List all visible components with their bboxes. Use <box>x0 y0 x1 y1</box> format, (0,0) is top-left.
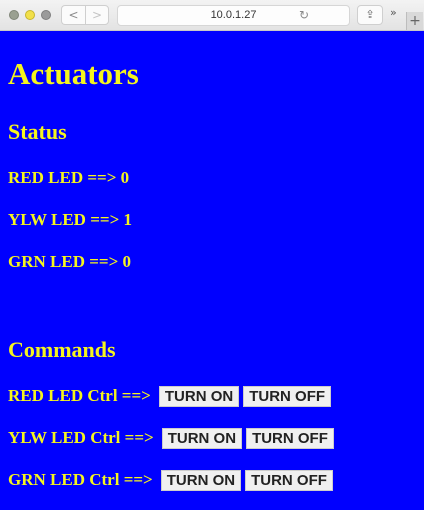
yellow-turn-off-button[interactable]: TURN OFF <box>246 427 334 449</box>
minimize-window-icon[interactable] <box>25 10 35 20</box>
back-button[interactable]: < <box>61 5 85 25</box>
browser-toolbar: < > 10.0.1.27 ↻ ⇪ » + <box>0 0 424 31</box>
command-row-green: GRN LED Ctrl ==> TURN ON TURN OFF <box>8 469 333 491</box>
commands-heading: Commands <box>8 337 116 362</box>
red-turn-off-button[interactable]: TURN OFF <box>243 385 332 407</box>
red-turn-on-button[interactable]: TURN ON <box>158 385 240 407</box>
address-bar[interactable]: 10.0.1.27 ↻ <box>117 5 350 26</box>
green-turn-on-button[interactable]: TURN ON <box>160 469 242 491</box>
new-tab-button[interactable]: + <box>406 12 423 30</box>
url-text: 10.0.1.27 <box>210 9 257 21</box>
reload-icon[interactable]: ↻ <box>299 8 309 22</box>
status-heading: Status <box>8 119 67 144</box>
close-window-icon[interactable] <box>9 10 19 20</box>
page-title: Actuators <box>8 56 139 91</box>
chevron-right-icon: > <box>91 8 103 22</box>
browser-window: < > 10.0.1.27 ↻ ⇪ » + Actuators Status R… <box>0 0 424 510</box>
yellow-turn-on-button[interactable]: TURN ON <box>161 427 243 449</box>
green-turn-off-button[interactable]: TURN OFF <box>245 469 333 491</box>
forward-button[interactable]: > <box>85 5 109 25</box>
share-button[interactable]: ⇪ <box>357 5 383 25</box>
status-red-led: RED LED ==> 0 <box>8 168 130 187</box>
command-row-red: RED LED Ctrl ==> TURN ON TURN OFF <box>8 385 332 407</box>
page-content: Actuators Status RED LED ==> 0 YLW LED =… <box>0 31 424 510</box>
more-toolbar-items-icon[interactable]: » <box>390 6 397 19</box>
command-label-red: RED LED Ctrl ==> <box>8 386 151 405</box>
status-yellow-led: YLW LED ==> 1 <box>8 210 133 229</box>
command-row-yellow: YLW LED Ctrl ==> TURN ON TURN OFF <box>8 427 334 449</box>
chevron-left-icon: < <box>68 8 79 22</box>
command-label-yellow: YLW LED Ctrl ==> <box>8 428 154 447</box>
share-icon: ⇪ <box>365 8 375 21</box>
status-green-led: GRN LED ==> 0 <box>8 252 132 271</box>
command-label-green: GRN LED Ctrl ==> <box>8 470 153 489</box>
zoom-window-icon[interactable] <box>41 10 51 20</box>
